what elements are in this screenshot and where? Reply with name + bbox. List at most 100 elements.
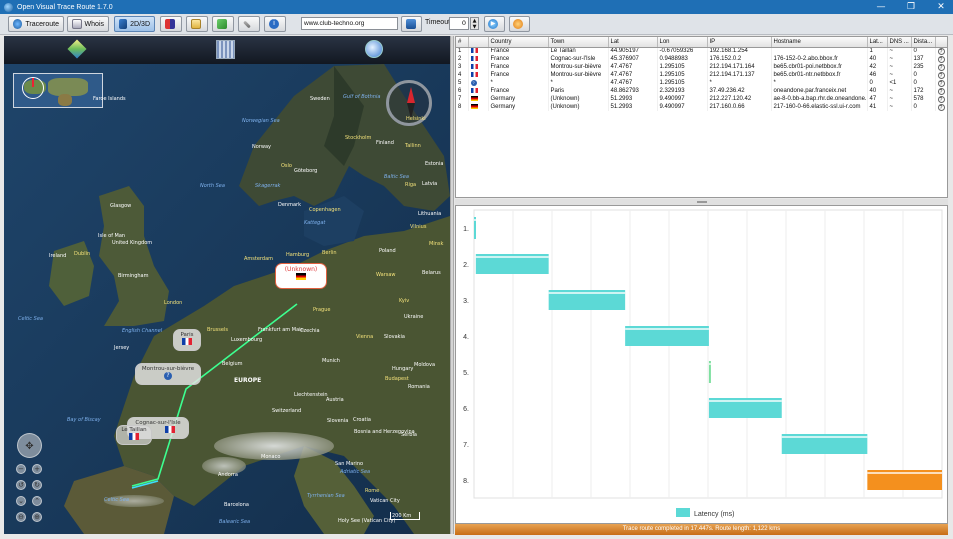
whois-button[interactable]: Whois: [67, 16, 109, 32]
split-divider[interactable]: [450, 36, 454, 534]
stop-button[interactable]: [509, 16, 530, 32]
marker-montrou[interactable]: Montrou-sur-bièvre ?: [135, 363, 201, 385]
map-label: Warsaw: [376, 272, 396, 278]
open-button[interactable]: [186, 16, 208, 32]
table-row[interactable]: 6 France Paris 48.862793 2.329193 37.49.236.4…: [456, 87, 947, 95]
map-label: Vienna: [356, 334, 374, 340]
tilt-down-button[interactable]: ⌄: [16, 496, 26, 506]
column-header-5[interactable]: Lon: [657, 37, 708, 48]
map-view[interactable]: Faroe Islands Norwegian Sea Sweden Gulf of …: [4, 36, 450, 534]
replay-button[interactable]: [160, 16, 182, 32]
cell-ip: 217.160.0.66: [707, 103, 772, 111]
reset-heading-button[interactable]: ⊕: [32, 512, 42, 522]
whois-row-icon[interactable]: ?: [937, 87, 945, 95]
cell-dist: 0: [911, 79, 936, 87]
settings-button[interactable]: [238, 16, 260, 32]
column-header-7[interactable]: Hostname: [771, 37, 868, 48]
map-label: Frankfurt am Main: [258, 327, 304, 333]
zoom-out-button[interactable]: −: [16, 464, 26, 474]
pan-control[interactable]: ✥: [17, 433, 42, 458]
table-row[interactable]: 7 Germany (Unknown) 51.2993 9.490997 212.227.…: [456, 95, 947, 103]
map-label: Ukraine: [404, 314, 424, 320]
cell-whois: ?: [935, 55, 947, 63]
cell-whois: ?: [935, 71, 947, 79]
whois-row-icon[interactable]: ?: [937, 95, 945, 103]
cell-lon: 9.490997: [657, 103, 708, 111]
table-row[interactable]: 2 France Cognac-sur-l'Isle 45.376907 0.94889…: [456, 55, 947, 63]
column-header-4[interactable]: Lat: [608, 37, 658, 48]
column-header-2[interactable]: Country: [488, 37, 549, 48]
tilt-up-button[interactable]: ⌃: [32, 496, 42, 506]
cell-host: be65.cbr01-ntr.netbbox.fr: [771, 71, 868, 79]
whois-row-icon[interactable]: ?: [937, 79, 945, 87]
table-row[interactable]: 8 Germany (Unknown) 51.2993 9.490997 217.160.…: [456, 103, 947, 111]
column-header-1[interactable]: [468, 37, 489, 48]
column-header-0[interactable]: #: [456, 37, 469, 48]
map-label: Norwegian Sea: [242, 118, 280, 124]
column-header-6[interactable]: IP: [707, 37, 772, 48]
france-flag-icon: [470, 55, 478, 61]
map-label: Norway: [252, 144, 271, 150]
table-row[interactable]: 3 France Montrou-sur-bièvre 47.4767 1.295105…: [456, 63, 947, 71]
zoom-in-button[interactable]: +: [32, 464, 42, 474]
rotate-left-button[interactable]: ↺: [16, 480, 26, 490]
cell-country: Germany: [488, 95, 549, 103]
table-row[interactable]: 1 France Le Taillan 44.905197 -0.67059326 192…: [456, 47, 947, 55]
export-button[interactable]: [212, 16, 234, 32]
whois-row-icon[interactable]: ?: [937, 103, 945, 111]
map-label: Croatia: [353, 417, 371, 423]
map-label: Czechia: [300, 328, 320, 334]
url-input[interactable]: www.club-techno.org: [301, 17, 398, 30]
column-header-11[interactable]: [935, 37, 947, 48]
map-label: Slovenia: [327, 418, 349, 424]
timeout-input[interactable]: 0: [449, 17, 469, 30]
cell-ip: 37.49.236.42: [707, 87, 772, 95]
france-flag-icon: [470, 87, 478, 93]
layers-icon[interactable]: [67, 39, 87, 59]
whois-row-icon[interactable]: ?: [937, 55, 945, 63]
cell-flag: [468, 71, 489, 79]
view-2d3d-button[interactable]: 2D/3D: [114, 16, 155, 32]
map-label: Stockholm: [345, 135, 372, 141]
reset-pitch-button[interactable]: ⊖: [16, 512, 26, 522]
minimize-button[interactable]: —: [870, 0, 892, 14]
table-body: 1 France Le Taillan 44.905197 -0.67059326 192…: [456, 47, 947, 111]
whois-row-icon[interactable]: ?: [937, 71, 945, 79]
window-title: Open Visual Trace Route 1.7.0: [17, 3, 113, 11]
cell-dist: 0: [911, 103, 936, 111]
column-header-3[interactable]: Town: [548, 37, 609, 48]
cell-host: ae-8-0.bb-a.bap.rhr.de.oneandone.net: [771, 95, 868, 103]
grid-icon[interactable]: [216, 40, 235, 59]
column-header-10[interactable]: Dista...: [911, 37, 936, 48]
column-header-9[interactable]: DNS ...: [887, 37, 912, 48]
cell-whois: ?: [935, 63, 947, 71]
table-row[interactable]: 5? * * 47.4767 1.295105 * * 0 <1 0?: [456, 79, 947, 87]
map-label: Gulf of Bothnia: [343, 94, 381, 100]
view-mode-label: 2D/3D: [130, 20, 150, 28]
hops-table[interactable]: # Country Town Lat Lon IP Hostname Lat... DNS ..…: [455, 36, 948, 198]
column-header-8[interactable]: Lat...: [867, 37, 888, 48]
germany-flag-icon: [470, 103, 478, 109]
stop-icon: [513, 19, 523, 29]
maximize-button[interactable]: ❐: [900, 0, 922, 14]
cell-flag: [468, 55, 489, 63]
timeout-spinner[interactable]: ▲ ▼: [470, 17, 479, 30]
cell-dns: ~: [887, 95, 912, 103]
resolve-button[interactable]: [401, 16, 422, 32]
cell-host: oneandone.par.franceix.net: [771, 87, 868, 95]
overview-map[interactable]: [13, 73, 103, 108]
globe-view-icon[interactable]: [365, 40, 383, 58]
about-button[interactable]: i: [264, 16, 286, 32]
whois-row-icon[interactable]: ?: [937, 63, 945, 71]
start-button[interactable]: ▶: [484, 16, 505, 32]
close-button[interactable]: ✕: [930, 0, 952, 14]
cell-lat: 51.2993: [608, 103, 658, 111]
rotate-right-button[interactable]: ↻: [32, 480, 42, 490]
table-row[interactable]: 4 France Montrou-sur-bièvre 47.4767 1.295105…: [456, 71, 947, 79]
marker-paris[interactable]: Paris: [173, 329, 201, 351]
whois-row-icon[interactable]: ?: [937, 47, 945, 55]
marker-unknown[interactable]: (Unknown): [275, 263, 327, 289]
traceroute-button[interactable]: Traceroute: [8, 16, 64, 32]
cell-dns: ~: [887, 103, 912, 111]
marker-le-taillan[interactable]: Le Taillan: [116, 425, 152, 445]
